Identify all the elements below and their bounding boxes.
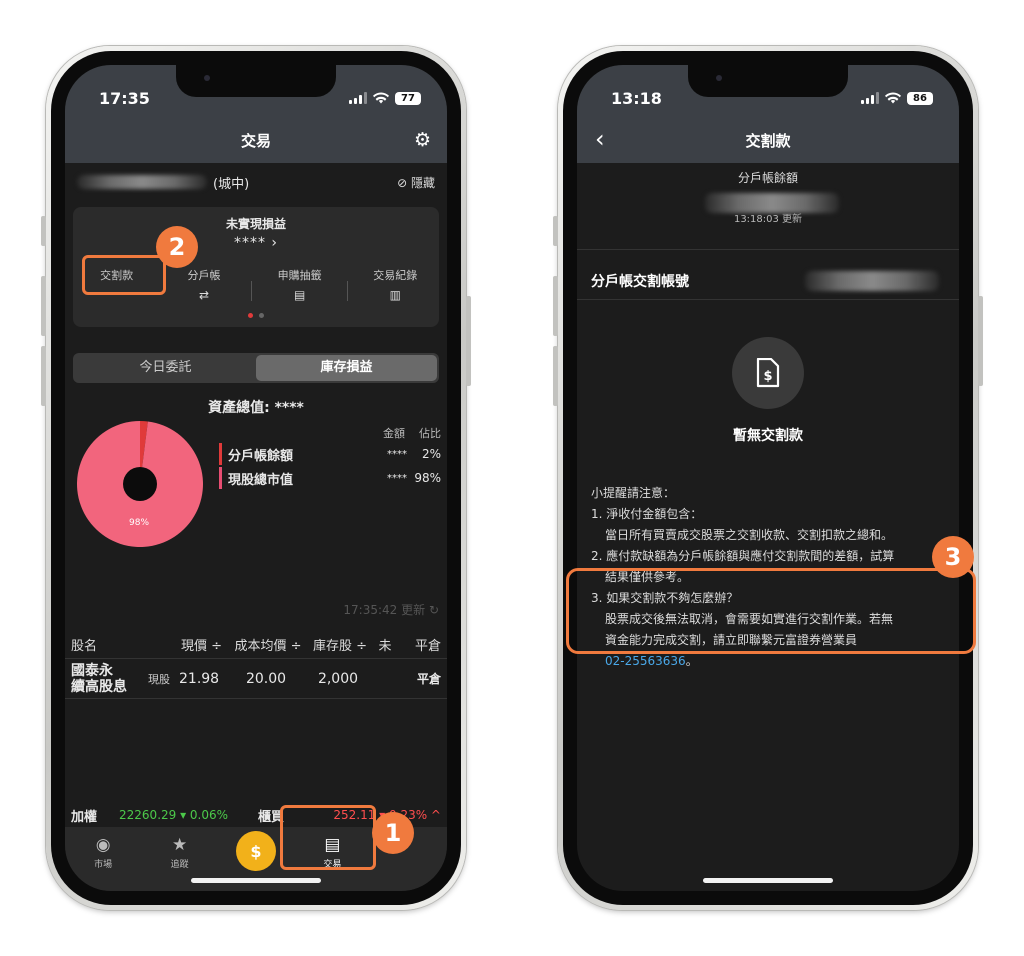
svg-text:$: $ <box>763 369 772 384</box>
close-position-button[interactable]: 平倉 <box>371 670 441 687</box>
holdings-table-header: 股名 現價 ÷ 成本均價 ÷ 庫存股 ÷ 未 平倉 <box>65 631 447 659</box>
legend-row: 現股總市值 **** 98% <box>219 467 441 489</box>
right-phone: 13:18 86 ‹ 交割款 分戶帳餘額 13:18:03 更新 分戶帳交割帳號 <box>553 46 983 910</box>
highlight-trade-tab <box>280 805 376 870</box>
highlight-settlement <box>82 255 166 295</box>
subaccount-number-blurred <box>805 271 939 291</box>
step-badge-3: 3 <box>932 536 974 578</box>
pie-hole <box>123 467 157 501</box>
lottery-icon: ▤ <box>293 288 306 302</box>
tab-today-orders[interactable]: 今日委託 <box>75 355 256 381</box>
book-icon: ▥ <box>389 288 401 302</box>
segment-control: 今日委託 庫存損益 <box>73 353 439 383</box>
status-time: 13:18 <box>611 88 662 108</box>
nav-bar: ‹ 交割款 <box>577 117 959 163</box>
page-title: 交割款 <box>745 131 791 150</box>
asset-pie-chart: 98% <box>77 421 203 547</box>
status-time: 17:35 <box>99 88 150 108</box>
legend-row: 分戶帳餘額 **** 2% <box>219 443 441 465</box>
table-row[interactable]: 國泰永 續高股息 現股 21.98 20.00 2,000 平倉 <box>65 659 447 699</box>
account-row[interactable]: (城中) ⊘ 隱藏 <box>65 169 447 195</box>
eye-off-icon: ⊘ <box>397 175 411 190</box>
coin-icon: $ <box>235 831 276 871</box>
subaccount-label: 分戶帳交割帳號 <box>591 271 945 291</box>
transfer-icon: ⇄ <box>198 288 210 302</box>
empty-document-icon: $ <box>732 337 804 409</box>
asset-legend: 金額 佔比 分戶帳餘額 **** 2% 現股總市值 **** 98% <box>219 425 441 489</box>
gear-icon[interactable]: ⚙ <box>414 129 431 151</box>
wifi-icon <box>885 92 901 104</box>
wifi-icon <box>373 92 389 104</box>
refresh-icon: ↻ <box>428 603 439 617</box>
balance-blurred <box>705 193 839 213</box>
account-number-blurred <box>77 175 207 189</box>
power-button <box>466 296 471 386</box>
balance-label: 分戶帳餘額 <box>737 171 798 185</box>
home-indicator <box>191 878 321 883</box>
mute-switch <box>41 216 46 246</box>
mute-switch <box>553 216 558 246</box>
battery-icon: 86 <box>907 91 933 105</box>
tab-watchlist[interactable]: ★ 追蹤 <box>150 835 210 870</box>
balance-section: 分戶帳餘額 13:18:03 更新 <box>577 169 959 225</box>
step-badge-1: 1 <box>372 812 414 854</box>
total-assets: 資產總值: **** <box>208 400 304 416</box>
tab-inventory-pl[interactable]: 庫存損益 <box>256 355 437 381</box>
compass-icon: ◉ <box>95 835 111 855</box>
nav-bar: 交易 ⚙ <box>65 117 447 163</box>
unrealized-label: 未實現損益 <box>225 217 286 231</box>
trade-history-button[interactable]: 交易紀錄 ▥ <box>355 267 435 302</box>
left-screen: 17:35 77 交易 ⚙ (城中) ⊘ 隱藏 未實現損益 **** › 交割款… <box>65 65 447 891</box>
power-button <box>978 296 983 386</box>
unrealized-value[interactable]: **** › <box>73 235 439 251</box>
chevron-right-icon: › <box>271 235 279 251</box>
page-title: 交易 <box>240 131 271 150</box>
left-phone: 17:35 77 交易 ⚙ (城中) ⊘ 隱藏 未實現損益 **** › 交割款… <box>41 46 471 910</box>
subaccount-button[interactable]: 分戶帳 ⇄ <box>164 267 244 302</box>
tutorial-stage: 17:35 77 交易 ⚙ (城中) ⊘ 隱藏 未實現損益 **** › 交割款… <box>0 0 1024 956</box>
volume-down-button <box>41 346 46 406</box>
tab-market[interactable]: ◉ 市場 <box>73 835 133 870</box>
right-screen: 13:18 86 ‹ 交割款 分戶帳餘額 13:18:03 更新 分戶帳交割帳號 <box>577 65 959 891</box>
volume-up-button <box>553 276 558 336</box>
volume-down-button <box>553 346 558 406</box>
hide-toggle[interactable]: ⊘ 隱藏 <box>397 174 435 191</box>
empty-state-text: 暫無交割款 <box>733 428 803 444</box>
tab-payment[interactable]: $ <box>226 831 286 871</box>
broker-phone-link[interactable]: 02-25563636 <box>605 654 686 668</box>
branch-label: (城中) <box>213 176 250 192</box>
home-indicator <box>703 878 833 883</box>
signal-icon <box>861 92 879 104</box>
stock-name: 國泰永 續高股息 <box>71 662 127 695</box>
updated-time[interactable]: 17:35:42 更新 ↻ <box>343 601 439 618</box>
signal-icon <box>349 92 367 104</box>
page-dots <box>73 313 439 318</box>
step-badge-2: 2 <box>156 226 198 268</box>
star-icon: ★ <box>171 835 188 855</box>
battery-icon: 77 <box>395 91 421 105</box>
volume-up-button <box>41 276 46 336</box>
back-chevron-icon[interactable]: ‹ <box>595 125 605 153</box>
pie-label: 98% <box>129 518 149 528</box>
ipo-lottery-button[interactable]: 申購抽籤 ▤ <box>260 267 340 302</box>
highlight-note-3 <box>566 568 976 654</box>
